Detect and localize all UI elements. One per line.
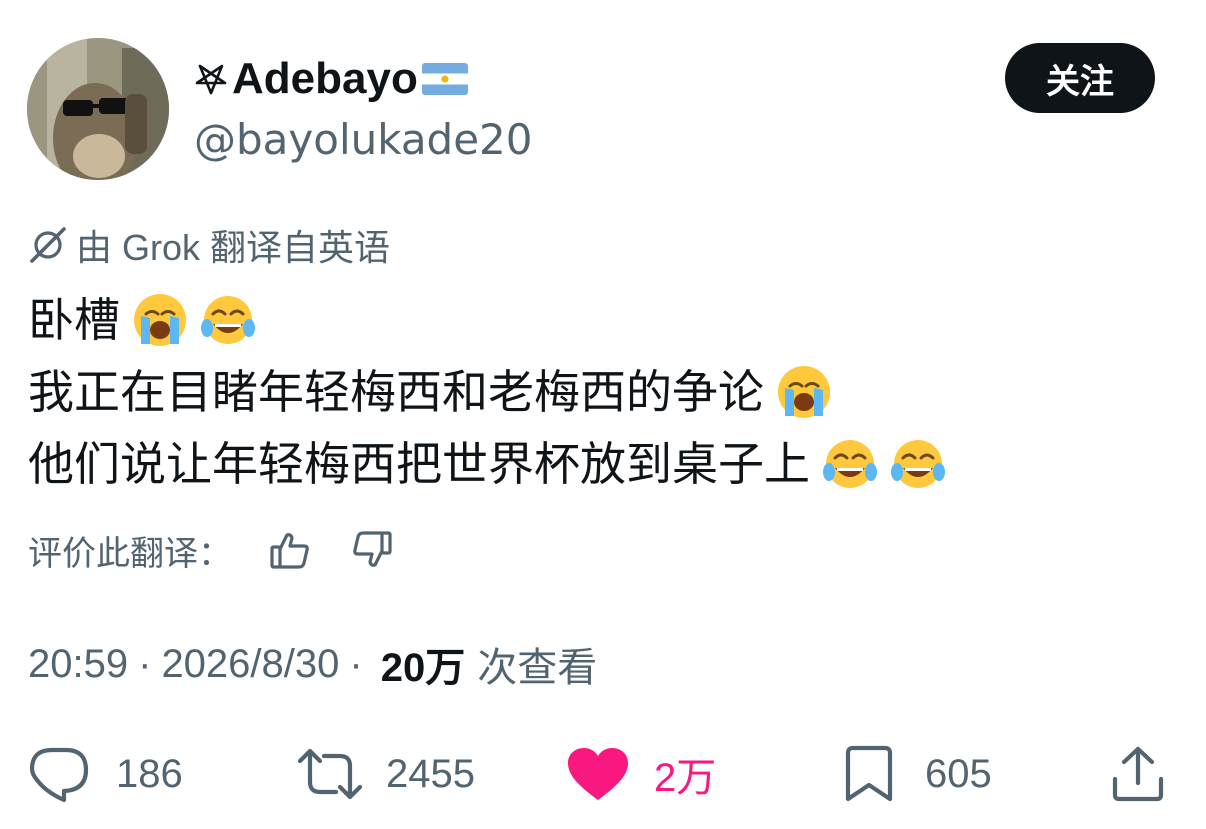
tears-of-joy-emoji-icon bbox=[823, 440, 877, 488]
rate-translation: 评价此翻译： bbox=[28, 525, 396, 575]
thumbs-up-icon bbox=[270, 533, 309, 569]
tweet-line-2: 我正在目睹年轻梅西和老梅西的争论 bbox=[28, 356, 1178, 428]
reply-count: 186 bbox=[116, 751, 183, 796]
like-button[interactable]: 2万 bbox=[566, 742, 716, 806]
tears-of-joy-emoji-icon bbox=[891, 440, 945, 488]
author-display-name[interactable]: Adebayo bbox=[194, 54, 468, 104]
tweet-time[interactable]: 20:59 bbox=[28, 642, 128, 687]
heart-icon bbox=[568, 748, 628, 800]
tears-of-joy-emoji-icon bbox=[201, 296, 255, 344]
share-button[interactable] bbox=[1110, 742, 1166, 806]
translation-note-text: 由 Grok 翻译自英语 bbox=[76, 227, 391, 268]
views-count: 20万 bbox=[380, 646, 466, 690]
tweet-date[interactable]: 2026/8/30 bbox=[161, 642, 339, 687]
avatar[interactable] bbox=[27, 38, 169, 180]
translation-note: 由 Grok 翻译自英语 bbox=[28, 222, 390, 268]
pentagram-icon bbox=[195, 64, 227, 95]
like-count: 2万 bbox=[654, 756, 717, 800]
views-label: 次查看 bbox=[477, 646, 598, 690]
repost-button[interactable]: 2455 bbox=[296, 742, 475, 806]
tweet-line-text: 我正在目睹年轻梅西和老梅西的争论 bbox=[28, 365, 764, 419]
tweet-meta: 20:59 · 2026/8/30 · 20万 次查看 bbox=[28, 636, 597, 692]
repost-count: 2455 bbox=[386, 751, 475, 796]
reply-icon bbox=[29, 747, 89, 803]
tweet-line-text: 卧槽 bbox=[28, 293, 120, 347]
reply-button[interactable]: 186 bbox=[28, 742, 183, 806]
loudly-crying-emoji-icon bbox=[134, 294, 186, 346]
bookmark-button[interactable]: 605 bbox=[843, 742, 992, 806]
follow-button[interactable]: 关注 bbox=[1005, 43, 1155, 113]
thumbs-down-button[interactable] bbox=[348, 526, 396, 574]
thumbs-up-button[interactable] bbox=[266, 526, 314, 574]
bookmark-count: 605 bbox=[925, 751, 992, 796]
tweet-line-1: 卧槽 bbox=[28, 284, 1178, 356]
share-icon bbox=[1112, 746, 1164, 802]
argentina-flag-icon bbox=[421, 63, 468, 95]
meta-separator: · bbox=[349, 641, 363, 686]
avatar-sunglasses-icon bbox=[27, 38, 169, 180]
bookmark-icon bbox=[845, 745, 893, 802]
tweet-line-text: 他们说让年轻梅西把世界杯放到桌子上 bbox=[28, 437, 810, 491]
display-name-text: Adebayo bbox=[232, 54, 418, 103]
thumbs-down-icon bbox=[353, 531, 392, 567]
tweet-line-3: 他们说让年轻梅西把世界杯放到桌子上 bbox=[28, 428, 1178, 500]
tweet-text: 卧槽 我正在目睹年轻梅西和老梅西的争论 他们说让年轻梅西把世界杯放到桌子上 bbox=[28, 284, 1178, 500]
loudly-crying-emoji-icon bbox=[778, 366, 830, 418]
grok-icon bbox=[30, 227, 66, 263]
meta-separator: · bbox=[138, 641, 152, 686]
author-handle[interactable]: @bayolukade20 bbox=[194, 116, 533, 164]
rate-translation-label: 评价此翻译： bbox=[28, 534, 232, 573]
repost-icon bbox=[297, 748, 363, 800]
